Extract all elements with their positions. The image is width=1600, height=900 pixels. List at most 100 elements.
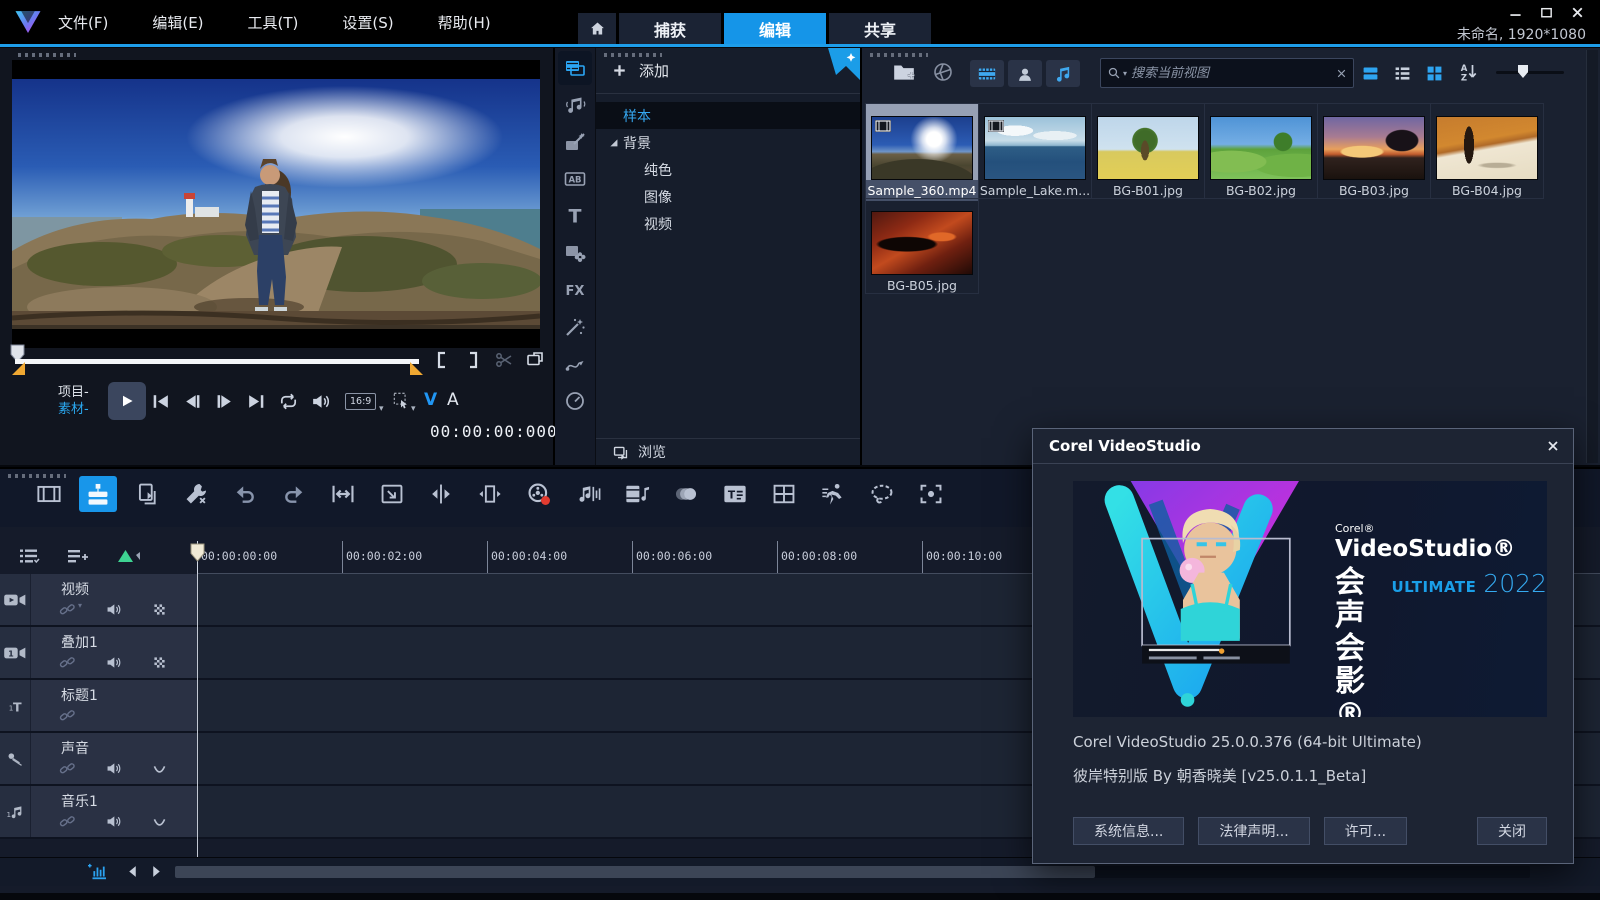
track-header-overlay[interactable]: 叠加1: [31, 627, 197, 678]
toolbar-subtitle-editor-button[interactable]: T: [722, 481, 748, 507]
link-caret-icon[interactable]: ▾: [78, 601, 82, 618]
media-nav-motion-path[interactable]: [558, 347, 592, 381]
maximize-icon[interactable]: [1538, 4, 1555, 21]
dialog-close-icon[interactable]: [1545, 438, 1561, 454]
track-control-mute[interactable]: [105, 654, 122, 671]
fit-timeline-icon[interactable]: [86, 863, 108, 881]
track-control-fade[interactable]: [151, 813, 168, 830]
media-nav-overlay[interactable]: [558, 236, 592, 270]
preview-video-frame[interactable]: [12, 60, 540, 348]
scrubber-bar[interactable]: [15, 359, 419, 364]
toolbar-storyboard-view-button[interactable]: [36, 481, 62, 507]
search-caret-icon[interactable]: ▾: [1123, 69, 1127, 78]
fade-icon[interactable]: [151, 760, 168, 777]
track-type-overlay[interactable]: 1: [0, 627, 31, 678]
repeat-icon[interactable]: [278, 391, 299, 412]
media-nav-effects[interactable]: [558, 310, 592, 344]
media-nav-media[interactable]: [558, 51, 592, 85]
timeline-playhead-line[interactable]: [197, 541, 198, 857]
link-icon[interactable]: [59, 654, 76, 671]
sort-icon[interactable]: AZ: [1458, 61, 1480, 83]
license-button[interactable]: 许可...: [1324, 817, 1407, 845]
add-folder-icon[interactable]: [892, 60, 916, 84]
link-icon[interactable]: [59, 707, 76, 724]
selection-caret-icon[interactable]: ▾: [411, 404, 416, 414]
search-input[interactable]: [1129, 65, 1334, 82]
media-nav-transition[interactable]: AB: [558, 162, 592, 196]
play-button[interactable]: [108, 382, 146, 420]
toolbar-record-capture-button[interactable]: [526, 481, 552, 507]
mode-project-label[interactable]: 项目-: [58, 384, 89, 401]
toolbar-split-button[interactable]: [428, 481, 454, 507]
timeline-scrollbar-track[interactable]: [175, 866, 1530, 878]
toolbar-mask-creator-button[interactable]: [869, 481, 895, 507]
toolbar-motion-tracking-button[interactable]: [820, 481, 846, 507]
caret-expanded-icon[interactable]: [608, 137, 619, 148]
library-item[interactable]: BG-B04.jpg: [1430, 103, 1544, 199]
media-nav-speed[interactable]: [558, 384, 592, 418]
track-control-link[interactable]: [59, 813, 76, 830]
mode-clip-label[interactable]: 素材-: [58, 401, 89, 418]
library-item[interactable]: BG-B02.jpg: [1204, 103, 1318, 199]
track-control-link[interactable]: [59, 654, 76, 671]
toolbar-shrink-project-button[interactable]: [379, 481, 405, 507]
track-control-mute[interactable]: [105, 760, 122, 777]
home-tab[interactable]: [578, 13, 616, 44]
scroll-left-icon[interactable]: [126, 865, 139, 878]
timeline-scrollbar-thumb[interactable]: [175, 866, 1095, 878]
next-frame-icon[interactable]: [214, 391, 235, 412]
timeline-playhead-marker[interactable]: [190, 543, 205, 562]
media-nav-instant-project[interactable]: [558, 125, 592, 159]
scroll-right-icon[interactable]: [150, 865, 163, 878]
toolbar-expand-timeline-button[interactable]: [477, 481, 503, 507]
aspect-ratio-selector[interactable]: 16:9: [345, 393, 376, 410]
track-control-link[interactable]: [59, 760, 76, 777]
tree-item-video[interactable]: 视频: [596, 210, 860, 237]
selection-tool-icon[interactable]: [392, 391, 410, 409]
speaker-icon[interactable]: [105, 760, 122, 777]
tab-capture[interactable]: 捕获: [619, 13, 721, 44]
menu-tools[interactable]: 工具(T): [248, 12, 299, 33]
tree-item-solid-color[interactable]: 纯色: [596, 156, 860, 183]
library-scrollbar[interactable]: [1586, 50, 1598, 463]
menu-help[interactable]: 帮助(H): [438, 12, 491, 33]
enlarge-preview-icon[interactable]: [525, 350, 545, 370]
tree-item-background[interactable]: 背景: [596, 129, 860, 156]
panel-drag-handle[interactable]: [18, 53, 76, 57]
view-list-button[interactable]: [1388, 60, 1417, 86]
panel-drag-handle[interactable]: [604, 53, 662, 57]
add-track-icon[interactable]: [66, 545, 88, 567]
aspect-caret-icon[interactable]: ▾: [379, 404, 384, 414]
video-toggle[interactable]: V: [424, 390, 437, 410]
filter-video-button[interactable]: [970, 60, 1004, 87]
legal-notices-button[interactable]: 法律声明...: [1198, 817, 1309, 845]
toolbar-tools-button[interactable]: [183, 481, 209, 507]
toolbar-split-screen-template-button[interactable]: [771, 481, 797, 507]
go-start-icon[interactable]: [150, 391, 171, 412]
go-end-icon[interactable]: [246, 391, 267, 412]
speaker-icon[interactable]: [105, 813, 122, 830]
mosaic-icon[interactable]: [151, 601, 168, 618]
panel-drag-handle[interactable]: [870, 53, 928, 57]
link-icon[interactable]: [59, 813, 76, 830]
track-control-mosaic[interactable]: [151, 654, 168, 671]
volume-icon[interactable]: [310, 391, 331, 412]
browse-button[interactable]: 浏览: [596, 438, 860, 465]
filter-photo-button[interactable]: [1008, 60, 1042, 87]
link-icon[interactable]: [59, 760, 76, 777]
fade-icon[interactable]: [151, 813, 168, 830]
toolbar-redo-button[interactable]: [281, 481, 307, 507]
menu-settings[interactable]: 设置(S): [342, 12, 393, 33]
audio-toggle[interactable]: A: [447, 390, 459, 410]
close-icon[interactable]: [1569, 4, 1586, 21]
toolbar-fit-project-button[interactable]: [330, 481, 356, 507]
dialog-titlebar[interactable]: Corel VideoStudio: [1033, 429, 1573, 464]
track-type-video[interactable]: [0, 574, 31, 625]
timecode-value[interactable]: 00:00:00:000: [430, 422, 558, 441]
toolbar-track-transparency-button[interactable]: [918, 481, 944, 507]
toolbar-duplicate-button[interactable]: [134, 481, 160, 507]
track-header-video[interactable]: 视频▾: [31, 574, 197, 625]
tree-item-sample[interactable]: 样本: [596, 102, 860, 129]
track-control-mute[interactable]: [105, 813, 122, 830]
menu-edit[interactable]: 编辑(E): [152, 12, 203, 33]
